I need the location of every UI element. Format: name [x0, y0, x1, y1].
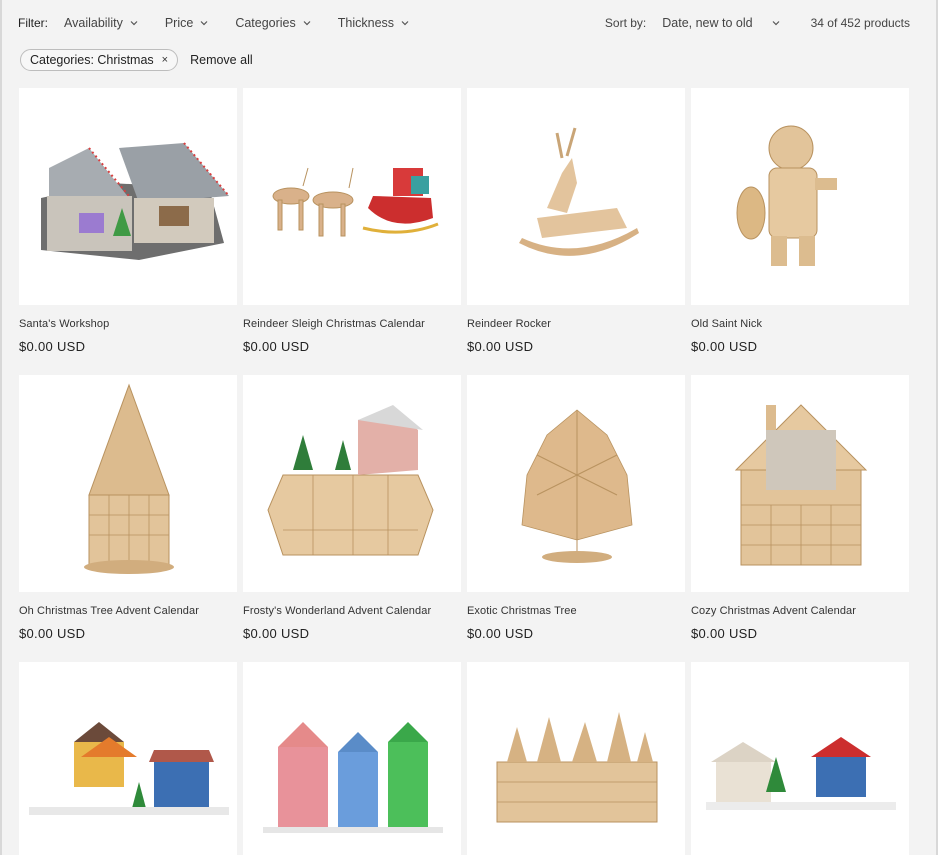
- product-title[interactable]: Old Saint Nick: [691, 318, 909, 330]
- village-houses-image[interactable]: [19, 662, 237, 855]
- product-card[interactable]: Exotic Christmas Tree $0.00 USD: [467, 375, 685, 641]
- filter-toolbar: Filter: Availability Price Categories Th…: [18, 10, 910, 36]
- product-card[interactable]: Oh Christmas Tree Advent Calendar $0.00 …: [19, 375, 237, 641]
- product-title[interactable]: Oh Christmas Tree Advent Calendar: [19, 605, 237, 617]
- product-price: $0.00 USD: [243, 339, 310, 354]
- product-price: $0.00 USD: [467, 339, 534, 354]
- product-title[interactable]: Reindeer Sleigh Christmas Calendar: [243, 318, 461, 330]
- product-card[interactable]: Reindeer Rocker $0.00 USD: [467, 88, 685, 354]
- product-title[interactable]: Reindeer Rocker: [467, 318, 685, 330]
- product-card[interactable]: Reindeer Sleigh Christmas Calendar $0.00…: [243, 88, 461, 354]
- filter-categories-label: Categories: [235, 16, 296, 30]
- product-price: $0.00 USD: [19, 626, 86, 641]
- wonderland-calendar-image[interactable]: [243, 375, 461, 592]
- active-filters: Categories: Christmas × Remove all: [20, 49, 253, 71]
- chevron-down-icon: [200, 21, 208, 26]
- workshop-image[interactable]: [19, 88, 237, 305]
- product-card[interactable]: [19, 662, 237, 855]
- chevron-down-icon: [130, 21, 138, 26]
- santa-figure-image[interactable]: [691, 88, 909, 305]
- product-card[interactable]: [467, 662, 685, 855]
- sort-select[interactable]: Date, new to old: [662, 16, 780, 30]
- product-card[interactable]: Cozy Christmas Advent Calendar $0.00 USD: [691, 375, 909, 641]
- sort-value: Date, new to old: [662, 16, 753, 30]
- product-price: $0.00 USD: [467, 626, 534, 641]
- product-title[interactable]: Santa's Workshop: [19, 318, 237, 330]
- filter-categories[interactable]: Categories: [235, 16, 311, 30]
- chevron-down-icon: [401, 21, 409, 26]
- remove-all-link[interactable]: Remove all: [190, 53, 253, 67]
- product-title[interactable]: Frosty's Wonderland Advent Calendar: [243, 605, 461, 617]
- product-card[interactable]: [691, 662, 909, 855]
- filter-thickness[interactable]: Thickness: [338, 16, 410, 30]
- colorful-houses-image[interactable]: [243, 662, 461, 855]
- filter-label: Filter:: [18, 16, 48, 30]
- product-price: $0.00 USD: [243, 626, 310, 641]
- product-card[interactable]: [243, 662, 461, 855]
- product-card[interactable]: Frosty's Wonderland Advent Calendar $0.0…: [243, 375, 461, 641]
- close-icon[interactable]: ×: [162, 54, 168, 66]
- sort-area: Sort by: Date, new to old 34 of 452 prod…: [605, 16, 910, 30]
- filter-price-label: Price: [164, 16, 194, 30]
- product-count: 34 of 452 products: [810, 16, 910, 30]
- filter-thickness-label: Thickness: [337, 16, 395, 30]
- filter-price[interactable]: Price: [165, 16, 209, 30]
- product-title[interactable]: Exotic Christmas Tree: [467, 605, 685, 617]
- snow-village-image[interactable]: [691, 662, 909, 855]
- cozy-calendar-image[interactable]: [691, 375, 909, 592]
- sort-label: Sort by:: [604, 16, 647, 30]
- reindeer-sleigh-image[interactable]: [243, 88, 461, 305]
- product-price: $0.00 USD: [691, 339, 758, 354]
- product-price: $0.00 USD: [19, 339, 86, 354]
- filter-availability[interactable]: Availability: [64, 16, 139, 30]
- chevron-down-icon: [303, 21, 311, 26]
- active-filter-label: Categories: Christmas: [30, 53, 154, 67]
- forest-calendar-image[interactable]: [467, 662, 685, 855]
- reindeer-rocker-image[interactable]: [467, 88, 685, 305]
- product-card[interactable]: Santa's Workshop $0.00 USD: [19, 88, 237, 354]
- product-card[interactable]: Old Saint Nick $0.00 USD: [691, 88, 909, 354]
- product-title[interactable]: Cozy Christmas Advent Calendar: [691, 605, 909, 617]
- product-price: $0.00 USD: [691, 626, 758, 641]
- chevron-down-icon: [772, 21, 780, 26]
- tree-calendar-image[interactable]: [19, 375, 237, 592]
- filter-availability-label: Availability: [64, 16, 123, 30]
- active-filter-chip[interactable]: Categories: Christmas ×: [20, 49, 179, 71]
- exotic-tree-image[interactable]: [467, 375, 685, 592]
